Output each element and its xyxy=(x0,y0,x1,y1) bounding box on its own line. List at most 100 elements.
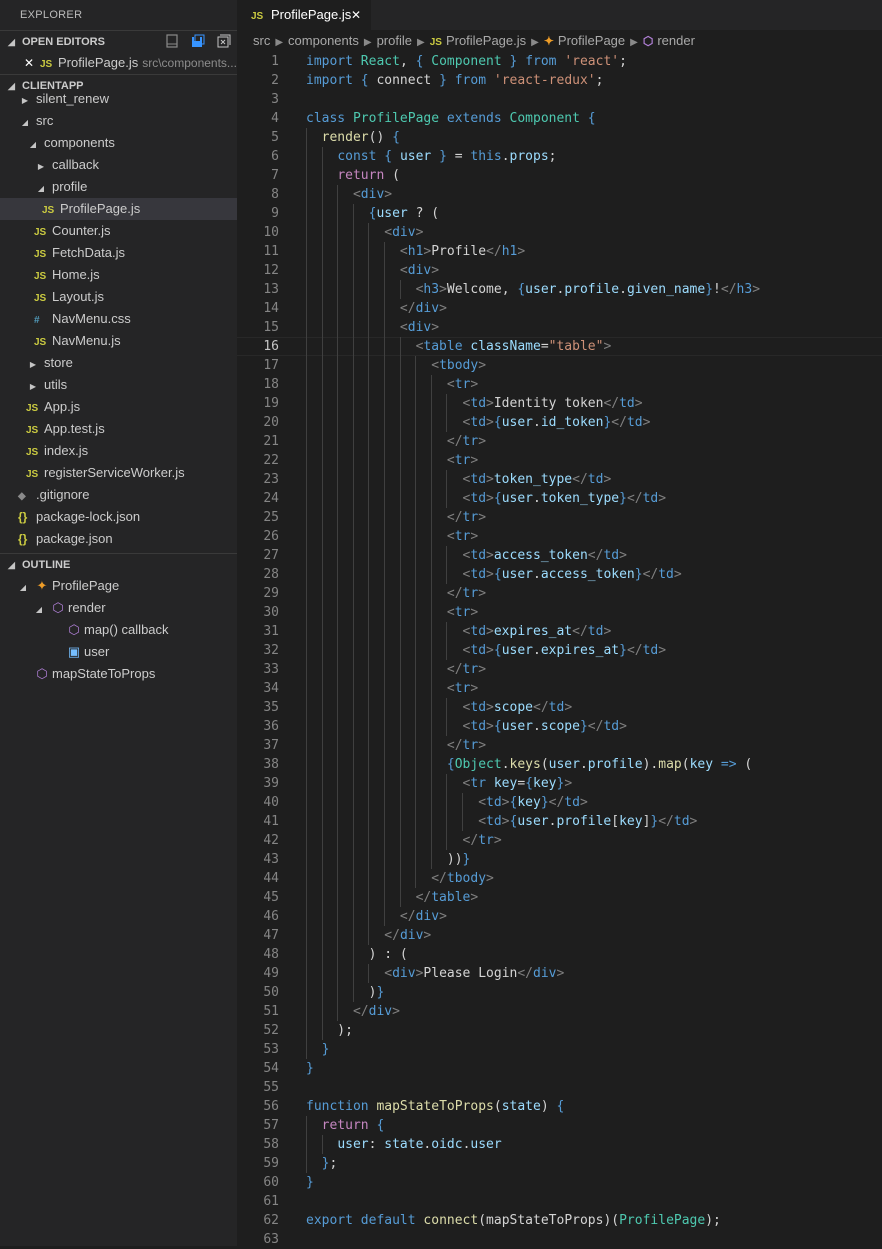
save-all-icon[interactable] xyxy=(191,34,205,48)
method-symbol-icon: ⬡ xyxy=(68,622,80,637)
code-text: <tr> xyxy=(446,529,479,544)
vscode-window: EXPLORER ◢ OPEN EDITORS ✕ JS ProfilePage.j… xyxy=(0,0,882,1249)
tree-item-label: profile xyxy=(52,179,88,194)
code-text: <td>{key}</td> xyxy=(478,795,588,810)
tree-item[interactable]: ▶ store xyxy=(0,352,237,374)
tree-item[interactable]: ▶ callback xyxy=(0,154,237,176)
code-line: 21 </tr> xyxy=(237,432,882,451)
code-line: 50 )} xyxy=(237,983,882,1002)
breadcrumb-item-components[interactable]: components xyxy=(288,33,359,48)
tree-item-label: utils xyxy=(44,377,68,392)
code-text: <tr key={key}> xyxy=(462,776,573,791)
outline-item[interactable]: ⬡ mapStateToProps xyxy=(0,663,237,685)
code-editor[interactable]: 1 import React, { Component } from 'react… xyxy=(237,52,882,1249)
tree-item[interactable]: ◢ components xyxy=(0,132,237,154)
code-line: 35 <td>scope</td> xyxy=(237,698,882,717)
breadcrumb-item-file[interactable]: ProfilePage.js xyxy=(446,33,526,48)
code-line: 5 render() { xyxy=(237,128,882,147)
line-number: 3 xyxy=(271,92,279,107)
code-line: 7 return ( xyxy=(237,166,882,185)
new-untitled-file-icon[interactable] xyxy=(165,34,179,48)
open-editors-header[interactable]: ◢ OPEN EDITORS xyxy=(0,30,237,52)
tree-item[interactable]: JS Layout.js xyxy=(0,286,237,308)
tree-item-label: package-lock.json xyxy=(36,509,141,524)
open-editors-label: OPEN EDITORS xyxy=(22,36,105,48)
outline-item[interactable]: ▣ user xyxy=(0,641,237,663)
outline-header[interactable]: ◢ OUTLINE xyxy=(0,553,237,575)
line-number: 22 xyxy=(263,453,279,468)
outline-item[interactable]: ◢ ✦ ProfilePage xyxy=(0,575,237,597)
explorer-sidebar: EXPLORER ◢ OPEN EDITORS ✕ JS ProfilePage.j… xyxy=(0,0,237,1246)
code-text: <tr> xyxy=(446,605,479,620)
tree-item[interactable]: JS Counter.js xyxy=(0,220,237,242)
tree-item-label: Home.js xyxy=(52,267,100,282)
code-text: import React, { Component } from 'react'… xyxy=(306,54,627,69)
tab-profilepage[interactable]: JS ProfilePage.js ✕ xyxy=(237,0,371,30)
code-text: </div> xyxy=(399,301,447,316)
breadcrumb: src ▶ components ▶ profile ▶ JS ProfilePage.js ▶… xyxy=(237,30,882,52)
code-text: function mapStateToProps(state) { xyxy=(306,1099,565,1114)
code-text: <div> xyxy=(399,263,440,278)
line-number: 43 xyxy=(263,852,279,867)
tree-item[interactable]: JS Home.js xyxy=(0,264,237,286)
close-tab-icon[interactable]: ✕ xyxy=(351,0,361,30)
line-number: 51 xyxy=(263,1004,279,1019)
breadcrumb-item-class[interactable]: ProfilePage xyxy=(558,33,625,48)
close-all-icon[interactable] xyxy=(217,34,231,48)
close-icon[interactable]: ✕ xyxy=(22,52,36,74)
tree-item[interactable]: JS App.js xyxy=(0,396,237,418)
open-editor-item[interactable]: ✕ JS ProfilePage.js src\components... xyxy=(0,52,237,74)
outline-item[interactable]: ⬡ map() callback xyxy=(0,619,237,641)
tree-item[interactable]: ◢ src xyxy=(0,110,237,132)
line-number: 53 xyxy=(263,1042,279,1057)
breadcrumb-item-src[interactable]: src xyxy=(253,33,270,48)
line-number: 14 xyxy=(263,301,279,316)
outline-item[interactable]: ◢ ⬡ render xyxy=(0,597,237,619)
line-number: 59 xyxy=(263,1156,279,1171)
tree-item[interactable]: JS FetchData.js xyxy=(0,242,237,264)
code-line: 63 xyxy=(237,1230,882,1249)
breadcrumb-item-profile[interactable]: profile xyxy=(377,33,412,48)
line-number: 35 xyxy=(263,700,279,715)
explorer-title: EXPLORER xyxy=(20,9,83,21)
javascript-file-icon: JS xyxy=(26,403,39,414)
line-number: 23 xyxy=(263,472,279,487)
code-text: <tr> xyxy=(446,681,479,696)
line-number: 8 xyxy=(271,187,279,202)
line-number: 25 xyxy=(263,510,279,525)
code-line: 42 </tr> xyxy=(237,831,882,850)
code-text: <td>{user.scope}</td> xyxy=(462,719,627,734)
breadcrumb-item-method[interactable]: render xyxy=(657,33,695,48)
tree-item[interactable]: JS registerServiceWorker.js xyxy=(0,462,237,484)
code-line: 49 <div>Please Login</div> xyxy=(237,964,882,983)
open-editor-name: ProfilePage.js xyxy=(58,55,139,70)
code-text: class ProfilePage extends Component { xyxy=(306,111,596,126)
tree-item-label: index.js xyxy=(44,443,89,458)
chevron-down-icon: ◢ xyxy=(35,605,43,614)
tree-item[interactable]: ▶ utils xyxy=(0,374,237,396)
tree-item-label: callback xyxy=(52,157,99,172)
line-number: 42 xyxy=(263,833,279,848)
tree-item[interactable]: {} package.json xyxy=(0,528,237,550)
code-line: 10 <div> xyxy=(237,223,882,242)
code-text: <td>expires_at</td> xyxy=(462,624,612,639)
code-line: 48 ) : ( xyxy=(237,945,882,964)
code-text: <h3>Welcome, {user.profile.given_name}!<… xyxy=(415,282,761,297)
tree-item-label: App.js xyxy=(44,399,81,414)
tree-item[interactable]: ◆ .gitignore xyxy=(0,484,237,506)
line-number: 48 xyxy=(263,947,279,962)
tree-item[interactable]: JS App.test.js xyxy=(0,418,237,440)
tree-item[interactable]: ◢ profile xyxy=(0,176,237,198)
tree-item[interactable]: ▶ silent_renew xyxy=(0,88,237,110)
tree-item[interactable]: {} package-lock.json xyxy=(0,506,237,528)
chevron-right-icon: ▶ xyxy=(275,37,284,48)
code-line: 56 function mapStateToProps(state) { xyxy=(237,1097,882,1116)
tree-item[interactable]: JS ProfilePage.js xyxy=(0,198,237,220)
tree-item[interactable]: # NavMenu.css xyxy=(0,308,237,330)
line-number: 5 xyxy=(271,130,279,145)
tree-item[interactable]: JS NavMenu.js xyxy=(0,330,237,352)
code-text: </div> xyxy=(399,909,447,924)
code-text: <div>Please Login</div> xyxy=(384,966,565,981)
code-text: <div> xyxy=(399,320,440,335)
tree-item[interactable]: JS index.js xyxy=(0,440,237,462)
